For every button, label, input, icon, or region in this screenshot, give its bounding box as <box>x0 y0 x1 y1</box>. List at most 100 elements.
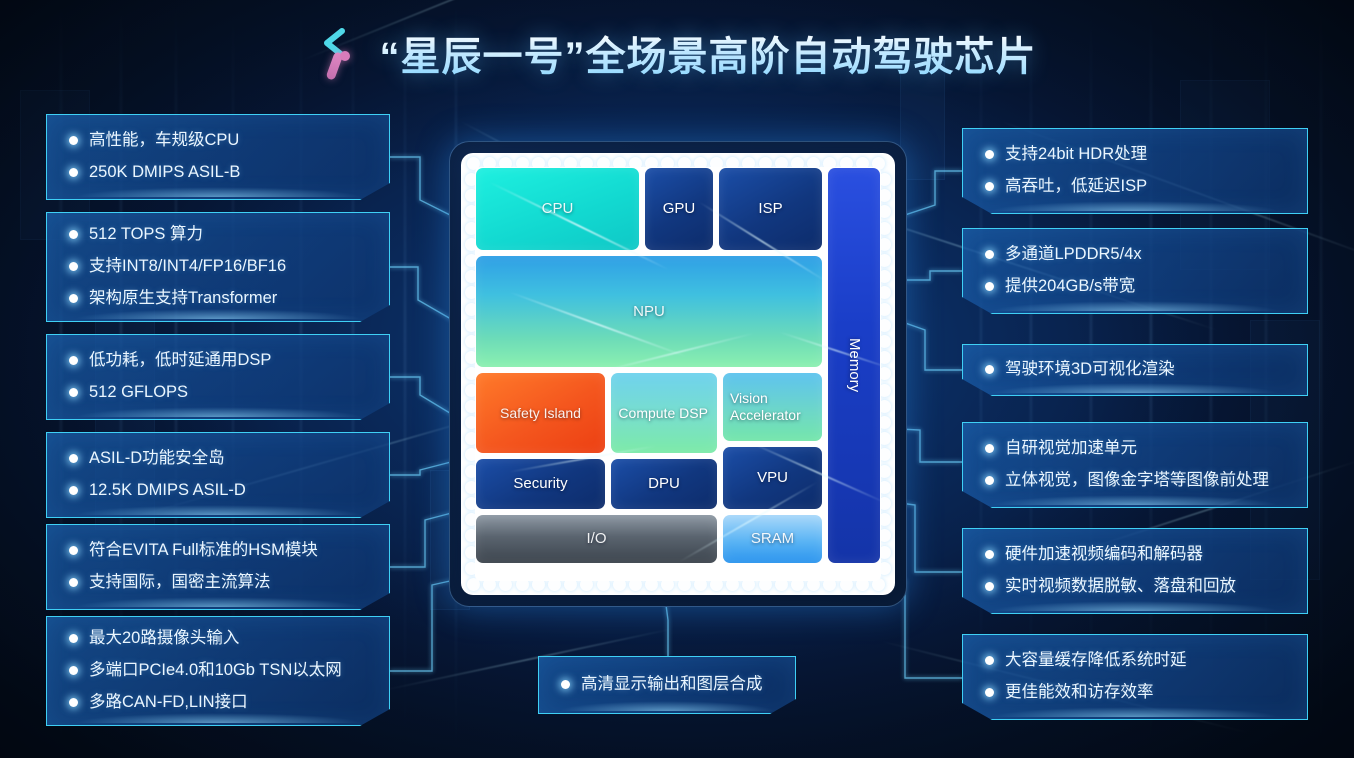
callout-text: 自研视觉加速单元 <box>1005 437 1137 461</box>
callout-text: ASIL-D功能安全岛 <box>89 447 225 471</box>
callout-text: 250K DMIPS ASIL-B <box>89 161 240 185</box>
callout-text: 最大20路摄像头输入 <box>89 627 239 651</box>
safety-island-callout[interactable]: ASIL-D功能安全岛 12.5K DMIPS ASIL-D <box>46 432 390 518</box>
callout-text: 符合EVITA Full标准的HSM模块 <box>89 539 318 563</box>
chip-block-label: VPU <box>757 469 788 487</box>
vpu-callout[interactable]: 硬件加速视频编码和解码器实时视频数据脱敏、落盘和回放 <box>962 528 1308 614</box>
callout-bullet-row: 支持INT8/INT4/FP16/BF16 <box>69 255 371 279</box>
bullet-dot-icon <box>69 230 78 239</box>
callout-text: 512 GFLOPS <box>89 381 188 405</box>
dsp-callout[interactable]: 低功耗，低时延通用DSP 512 GFLOPS <box>46 334 390 420</box>
bullet-dot-icon <box>985 365 994 374</box>
callout-text: 多端口PCIe4.0和10Gb TSN以太网 <box>89 659 342 683</box>
bullet-dot-icon <box>69 698 78 707</box>
bullet-dot-icon <box>69 168 78 177</box>
callout-bullet-row: 硬件加速视频编码和解码器 <box>985 543 1289 567</box>
callout-text: 架构原生支持Transformer <box>89 287 277 311</box>
gpu-callout[interactable]: 驾驶环境3D可视化渲染 <box>962 344 1308 396</box>
callout-bullet-row: 高清显示输出和图层合成 <box>561 673 777 697</box>
callout-bullet-row: 驾驶环境3D可视化渲染 <box>985 358 1289 382</box>
bullet-dot-icon <box>985 150 994 159</box>
page-title: “星辰一号”全场景高阶自动驾驶芯片 <box>380 24 1037 82</box>
chip-die: CPU GPU ISP NPU Safety Island Compute DSP Visi… <box>476 168 880 580</box>
chip-block-npu: NPU <box>476 256 822 367</box>
vision-accelerator-callout[interactable]: 自研视觉加速单元 立体视觉，图像金字塔等图像前处理 <box>962 422 1308 508</box>
callout-text: 512 TOPS 算力 <box>89 223 203 247</box>
memory-callout[interactable]: 多通道LPDDR5/4x 提供204GB/s带宽 <box>962 228 1308 314</box>
callout-text: 高清显示输出和图层合成 <box>581 673 763 697</box>
bullet-dot-icon <box>985 582 994 591</box>
bullet-dot-icon <box>985 250 994 259</box>
callout-bullet-row: 实时视频数据脱敏、落盘和回放 <box>985 575 1289 599</box>
callout-text: 多通道LPDDR5/4x <box>1005 243 1142 267</box>
npu-callout[interactable]: 512 TOPS 算力支持INT8/INT4/FP16/BF16 架构原生支持Tr… <box>46 212 390 322</box>
chip-block-label: Vision Accelerator <box>730 390 815 424</box>
chip-block-label: ISP <box>758 200 782 218</box>
chevron-logo-icon <box>318 26 366 80</box>
bullet-dot-icon <box>69 262 78 271</box>
callout-text: 更佳能效和访存效率 <box>1005 681 1154 705</box>
bullet-dot-icon <box>69 388 78 397</box>
callout-bullet-row: ASIL-D功能安全岛 <box>69 447 371 471</box>
callout-bullet-row: 512 TOPS 算力 <box>69 223 371 247</box>
chip-block-label: SRAM <box>751 530 794 548</box>
chip-block-label: GPU <box>663 200 696 218</box>
security-callout[interactable]: 符合EVITA Full标准的HSM模块 支持国际，国密主流算法 <box>46 524 390 610</box>
callout-text: 硬件加速视频编码和解码器 <box>1005 543 1203 567</box>
callout-text: 高性能，车规级CPU <box>89 129 239 153</box>
callout-bullet-row: 多通道LPDDR5/4x <box>985 243 1289 267</box>
bullet-dot-icon <box>985 550 994 559</box>
callout-bullet-row: 更佳能效和访存效率 <box>985 681 1289 705</box>
chip-block-label: Compute DSP <box>618 405 709 422</box>
bullet-dot-icon <box>985 444 994 453</box>
page-title-bar: “星辰一号”全场景高阶自动驾驶芯片 <box>0 18 1354 88</box>
sram-callout[interactable]: 大容量缓存降低系统时延 更佳能效和访存效率 <box>962 634 1308 720</box>
chip-block-sram: SRAM <box>723 515 822 563</box>
bullet-dot-icon <box>985 182 994 191</box>
callout-text: 低功耗，低时延通用DSP <box>89 349 271 373</box>
callout-bullet-row: 多路CAN-FD,LIN接口 <box>69 691 371 715</box>
callout-bullet-row: 高吞吐，低延迟ISP <box>985 175 1289 199</box>
callout-bullet-row: 架构原生支持Transformer <box>69 287 371 311</box>
bullet-dot-icon <box>69 546 78 555</box>
chip-block-vision-accelerator: Vision Accelerator <box>723 373 822 441</box>
chip-block-compute-dsp: Compute DSP <box>611 373 717 453</box>
io-callout[interactable]: 最大20路摄像头输入多端口PCIe4.0和10Gb TSN以太网 多路CAN-FD… <box>46 616 390 726</box>
chip-block-vpu: VPU <box>723 447 822 509</box>
chip-block-label: I/O <box>586 530 606 548</box>
callout-text: 提供204GB/s带宽 <box>1005 275 1135 299</box>
dpu-callout[interactable]: 高清显示输出和图层合成 <box>538 656 796 714</box>
bullet-dot-icon <box>69 578 78 587</box>
callout-bullet-row: 250K DMIPS ASIL-B <box>69 161 371 185</box>
callout-bullet-row: 符合EVITA Full标准的HSM模块 <box>69 539 371 563</box>
callout-text: 12.5K DMIPS ASIL-D <box>89 479 246 503</box>
bullet-dot-icon <box>69 294 78 303</box>
callout-text: 支持国际，国密主流算法 <box>89 571 271 595</box>
chip-block-cpu: CPU <box>476 168 639 250</box>
callout-bullet-row: 支持国际，国密主流算法 <box>69 571 371 595</box>
bullet-dot-icon <box>985 282 994 291</box>
bullet-dot-icon <box>69 454 78 463</box>
callout-text: 高吞吐，低延迟ISP <box>1005 175 1147 199</box>
callout-text: 大容量缓存降低系统时延 <box>1005 649 1187 673</box>
cpu-callout[interactable]: 高性能，车规级CPU 250K DMIPS ASIL-B <box>46 114 390 200</box>
bullet-dot-icon <box>985 476 994 485</box>
chip-block-gpu: GPU <box>645 168 713 250</box>
isp-callout[interactable]: 支持24bit HDR处理 高吞吐，低延迟ISP <box>962 128 1308 214</box>
chip-block-label: Memory <box>845 338 863 392</box>
chip-block-label: Safety Island <box>500 405 581 422</box>
chip-block-label: DPU <box>648 475 680 493</box>
callout-bullet-row: 大容量缓存降低系统时延 <box>985 649 1289 673</box>
chip-diagram: CPU GPU ISP NPU Safety Island Compute DSP Visi… <box>449 141 907 607</box>
callout-bullet-row: 512 GFLOPS <box>69 381 371 405</box>
chip-block-label: Security <box>513 475 567 493</box>
bullet-dot-icon <box>985 656 994 665</box>
callout-bullet-row: 高性能，车规级CPU <box>69 129 371 153</box>
chip-block-isp: ISP <box>719 168 822 250</box>
callout-bullet-row: 提供204GB/s带宽 <box>985 275 1289 299</box>
chip-block-safety-island: Safety Island <box>476 373 605 453</box>
bullet-dot-icon <box>69 666 78 675</box>
callout-bullet-row: 低功耗，低时延通用DSP <box>69 349 371 373</box>
callout-bullet-row: 自研视觉加速单元 <box>985 437 1289 461</box>
callout-text: 多路CAN-FD,LIN接口 <box>89 691 248 715</box>
